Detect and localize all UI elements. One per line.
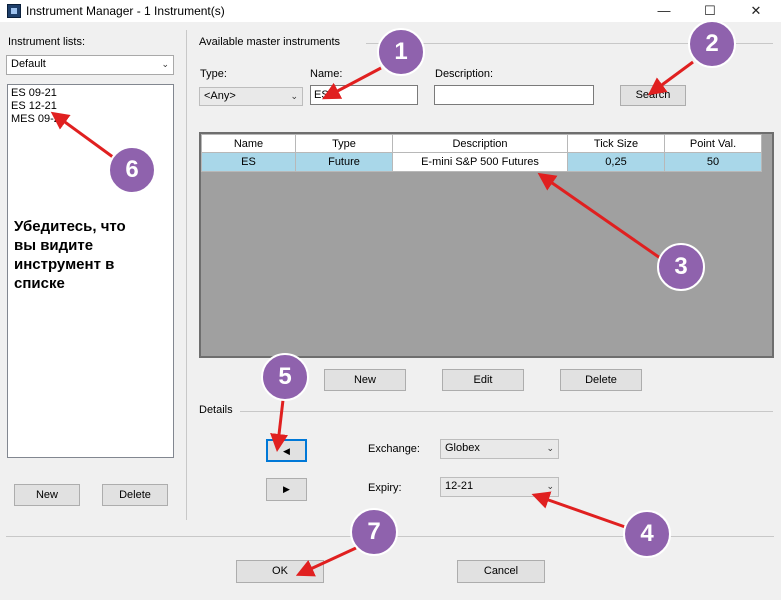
- arrow-5: [270, 399, 288, 452]
- annotation-note-line: инструмент в: [14, 256, 115, 273]
- annotation-arrows: [50, 60, 694, 577]
- annotation-badge-6: 6: [108, 146, 156, 194]
- arrow-6: [50, 111, 118, 162]
- arrow-4: [531, 491, 629, 530]
- annotation-note: Убедитесь, что вы видите инструмент в сп…: [14, 217, 126, 293]
- annotation-badge-2: 2: [688, 20, 736, 68]
- arrow-7: [295, 546, 357, 577]
- annotation-badge-3: 3: [657, 243, 705, 291]
- arrow-3: [537, 172, 664, 262]
- annotation-badge-5: 5: [261, 353, 309, 401]
- annotation-note-line: списке: [14, 275, 65, 292]
- annotation-note-line: вы видите: [14, 237, 94, 254]
- annotation-badge-7: 7: [350, 508, 398, 556]
- annotation-badge-4: 4: [623, 510, 671, 558]
- annotation-note-line: Убедитесь, что: [14, 218, 126, 235]
- arrow-2: [647, 60, 694, 96]
- annotation-badge-1: 1: [377, 28, 425, 76]
- arrow-1: [322, 66, 382, 100]
